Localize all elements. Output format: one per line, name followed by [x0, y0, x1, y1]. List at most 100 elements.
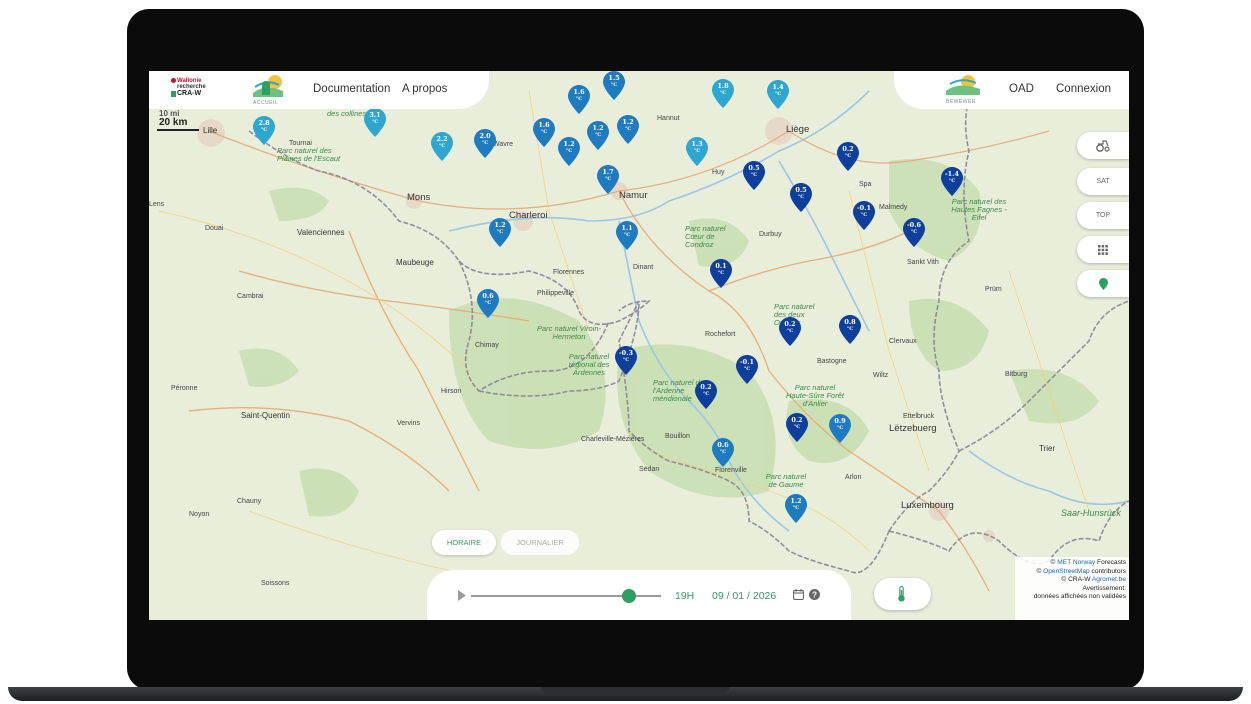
station-temperature-value: -0.1	[856, 204, 871, 212]
attrib-line-2: © OpenStreetMap contributors	[1036, 567, 1126, 575]
station-temperature-unit: °C	[719, 449, 727, 455]
station-pin[interactable]: -0.1 °C	[853, 201, 875, 230]
station-temperature-value: 0.1	[715, 262, 727, 270]
nav-a-propos[interactable]: A propos	[402, 83, 447, 95]
map-label-saint-quentin: Saint-Quentin	[241, 411, 290, 420]
temperature-layer-button[interactable]	[874, 578, 931, 610]
map-label-chimay: Chimay	[475, 342, 499, 349]
station-pin[interactable]: 0.9 °C	[829, 414, 851, 443]
attrib-line-5: données affichées non validées	[1033, 593, 1126, 601]
station-pin[interactable]: 1.2 °C	[558, 137, 580, 166]
cra-w-logo[interactable]: Wallonie recherche CRA-W	[171, 78, 207, 100]
station-pin[interactable]: 1.1 °C	[616, 221, 638, 250]
map-label-park-fagnes: Parc naturel des Hautes Fagnes - Eifel	[951, 197, 1007, 222]
calendar-icon[interactable]	[793, 589, 804, 600]
hourly-mode-button[interactable]: HORAIRE	[432, 530, 496, 555]
map-label-clervaux: Clervaux	[889, 338, 917, 345]
station-pin[interactable]: 1.7 °C	[597, 165, 619, 194]
station-pin[interactable]: 1.5 °C	[603, 71, 625, 100]
met-norway-link[interactable]: MET Norway	[1057, 559, 1095, 566]
station-pin[interactable]: 1.3 °C	[686, 137, 708, 166]
station-pin[interactable]: 1.2 °C	[587, 121, 609, 150]
station-pin[interactable]: 0.5 °C	[790, 183, 812, 212]
station-pin[interactable]: 0.2 °C	[786, 413, 808, 442]
agromet-link[interactable]: Agromet.be	[1092, 576, 1126, 583]
station-temperature-value: 0.2	[784, 320, 796, 328]
station-pin[interactable]: 0.1 °C	[710, 259, 732, 288]
nav-documentation[interactable]: Documentation	[313, 83, 390, 95]
station-temperature-unit: °C	[743, 366, 751, 372]
station-pin[interactable]: -1.4 °C	[941, 167, 963, 196]
tractor-layer-button[interactable]	[1077, 132, 1129, 159]
logo-line-3: CRA-W	[177, 90, 202, 97]
station-pin[interactable]: 1.2 °C	[617, 115, 639, 144]
help-icon[interactable]: ?	[809, 589, 820, 600]
nav-oad[interactable]: OAD	[1009, 83, 1034, 95]
time-slider-handle[interactable]	[621, 589, 636, 603]
station-temperature-value: 1.4	[772, 83, 784, 91]
map-label-saar: Saar-Hunsrück	[1061, 508, 1121, 518]
nav-connexion[interactable]: Connexion	[1056, 83, 1111, 95]
station-temperature: 1.6 °C	[533, 122, 555, 136]
station-temperature: 1.7 °C	[597, 169, 619, 183]
station-temperature: 0.5 °C	[790, 187, 812, 201]
station-temperature: 2.2 °C	[431, 136, 453, 150]
station-temperature: 0.6 °C	[712, 442, 734, 456]
topo-layer-button[interactable]: TOP	[1077, 202, 1129, 229]
map-label-florennes: Florennes	[553, 269, 585, 276]
station-pin[interactable]: 0.5 °C	[743, 161, 765, 190]
station-temperature: -0.6 °C	[903, 222, 925, 236]
station-pin[interactable]: 1.4 °C	[767, 80, 789, 109]
station-pin[interactable]: 1.8 °C	[712, 79, 734, 108]
bewewer-logo[interactable]: BEWEWER	[944, 73, 984, 107]
station-temperature: 1.3 °C	[686, 141, 708, 155]
bewewer-caption: BEWEWER	[946, 99, 976, 105]
station-pin[interactable]: 1.2 °C	[489, 218, 511, 247]
app-screen: Lille Tournai Mons Charleroi Namur Liège…	[149, 71, 1129, 620]
grid-layer-button[interactable]	[1077, 236, 1129, 263]
station-pin[interactable]: 0.2 °C	[779, 317, 801, 346]
station-pin[interactable]: -0.3 °C	[615, 346, 637, 375]
time-slider[interactable]	[471, 589, 661, 603]
station-temperature-unit: °C	[594, 132, 602, 138]
station-pin[interactable]: 1.6 °C	[568, 85, 590, 114]
station-pin[interactable]: 0.2 °C	[837, 142, 859, 171]
station-temperature: 0.8 °C	[839, 319, 861, 333]
map-label-ettelbruck: Ettelbruck	[903, 413, 935, 420]
osm-link[interactable]: OpenStreetMap	[1043, 568, 1090, 575]
station-pin[interactable]: 0.2 °C	[695, 380, 717, 409]
station-pin[interactable]: 2.2 °C	[431, 132, 453, 161]
map-label-charleville: Charleville-Mézières	[581, 436, 645, 443]
station-pin[interactable]: 0.6 °C	[477, 289, 499, 318]
map-label-lille: Lille	[203, 126, 218, 135]
station-temperature-unit: °C	[860, 212, 868, 218]
station-pin[interactable]: 2.8 °C	[253, 116, 275, 145]
station-temperature: 1.2 °C	[617, 119, 639, 133]
station-temperature-value: 1.5	[608, 74, 620, 82]
station-temperature-value: 2.0	[479, 132, 491, 140]
stations-layer-button[interactable]	[1077, 270, 1129, 297]
map-label-bastogne: Bastogne	[817, 358, 847, 365]
station-pin[interactable]: 3.1 °C	[364, 108, 386, 137]
station-pin[interactable]: -0.6 °C	[903, 218, 925, 247]
home-logo[interactable]: ACCUEIL	[249, 73, 287, 107]
station-pin[interactable]: 2.0 °C	[474, 129, 496, 158]
station-pin[interactable]: 1.6 °C	[533, 118, 555, 147]
station-pin[interactable]: 0.6 °C	[712, 438, 734, 467]
map-label-vervins: Vervins	[397, 420, 420, 427]
time-date[interactable]: 09 / 01 / 2026	[712, 590, 776, 602]
station-temperature-unit: °C	[565, 148, 573, 154]
satellite-layer-button[interactable]: SAT	[1077, 168, 1129, 195]
station-pin[interactable]: -0.1 °C	[736, 355, 758, 384]
map-label-sedan: Sedan	[639, 466, 660, 473]
station-temperature: 0.2 °C	[786, 417, 808, 431]
station-temperature-unit: °C	[836, 425, 844, 431]
station-pin[interactable]: 0.8 °C	[839, 315, 861, 344]
station-temperature: 2.0 °C	[474, 133, 496, 147]
map-label-hannut: Hannut	[657, 115, 680, 122]
map-label-bouillon: Bouillon	[665, 433, 690, 440]
agromet-logo-icon	[253, 75, 283, 97]
station-pin[interactable]: 1.2 °C	[785, 494, 807, 523]
play-icon[interactable]	[457, 590, 467, 601]
daily-mode-button[interactable]: JOURNALIER	[501, 530, 579, 555]
